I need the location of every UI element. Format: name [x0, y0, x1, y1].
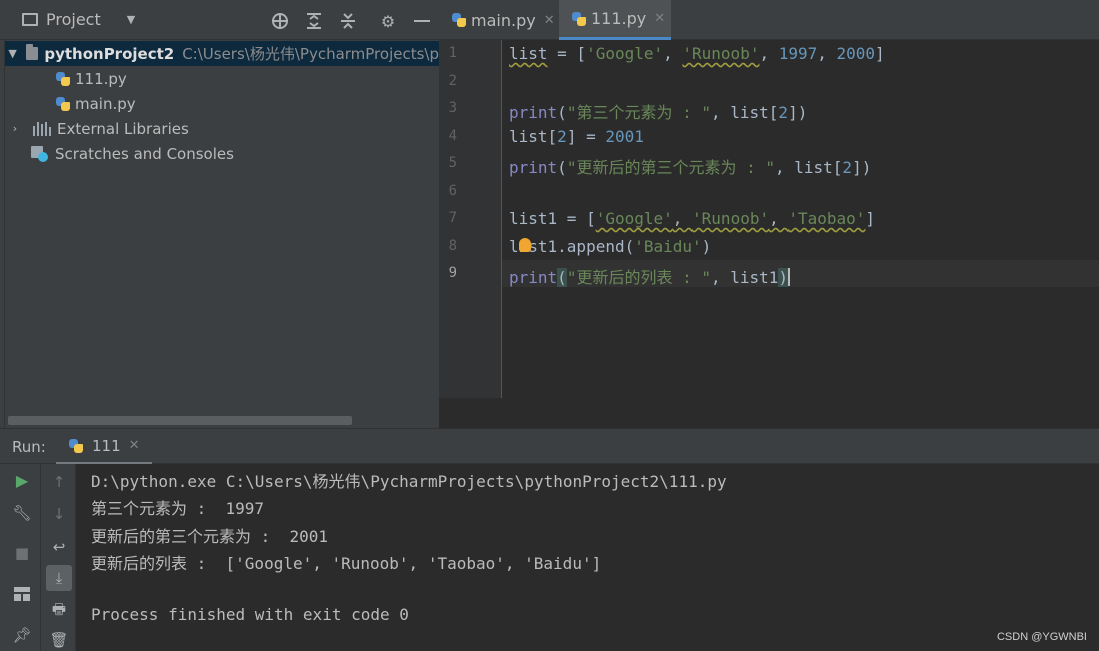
tree-item-label: 111.py	[75, 69, 127, 88]
console-line: 更新后的第三个元素为 : 2001	[91, 527, 329, 546]
project-path: C:\Users\杨光伟\PycharmProjects\p	[182, 45, 439, 63]
collapse-all-icon[interactable]	[338, 11, 358, 31]
tree-item-scratches[interactable]: Scratches and Consoles	[5, 141, 439, 166]
line-number: 1	[448, 45, 457, 61]
close-icon[interactable]: ✕	[544, 13, 555, 28]
line-number-current: 9	[448, 265, 457, 281]
tab-111-py[interactable]: 111.py ✕	[559, 0, 671, 40]
locate-target-icon[interactable]	[270, 11, 290, 31]
code-line-8: list1.append('Baidu')	[509, 237, 712, 256]
project-square-icon	[22, 13, 38, 26]
python-file-icon	[68, 438, 84, 454]
editor-empty-area	[439, 398, 1099, 428]
arrow-up-icon[interactable]: ↑	[46, 469, 72, 495]
arrow-down-icon[interactable]: ↓	[46, 501, 72, 527]
tab-label: main.py	[471, 10, 536, 30]
chevron-down-icon[interactable]: ▼	[7, 47, 18, 60]
run-play-icon[interactable]: ▶	[9, 467, 35, 493]
print-icon[interactable]: 🖶	[46, 598, 72, 624]
code-editor[interactable]: list = ['Google', 'Runoob', 1997, 2000] …	[502, 40, 1099, 398]
tab-main-py[interactable]: main.py ✕	[439, 0, 559, 40]
line-number: 2	[448, 73, 457, 89]
project-panel-header: Project ▼ ⚙	[0, 0, 439, 40]
close-icon[interactable]: ✕	[129, 438, 140, 453]
watermark: CSDN @YGWNBI	[996, 631, 1087, 643]
chevron-right-icon[interactable]: ›	[7, 122, 23, 135]
code-line-5: print("更新后的第三个元素为 : ", list[2])	[509, 158, 872, 177]
line-number-gutter: 1 2 3 4 5 6 7 8 9	[439, 40, 502, 398]
code-line-7: list1 = ['Google', 'Runoob', 'Taobao']	[509, 209, 876, 228]
tab-label: 111.py	[591, 9, 647, 28]
run-panel-label: Run:	[12, 438, 46, 456]
lightbulb-icon[interactable]	[519, 238, 531, 252]
scroll-to-end-icon[interactable]: ⤓	[46, 565, 72, 591]
gear-icon[interactable]: ⚙	[378, 11, 398, 31]
console-line: D:\python.exe C:\Users\杨光伟\PycharmProjec…	[91, 472, 727, 491]
text-cursor	[788, 268, 791, 286]
line-number: 4	[448, 128, 457, 144]
horizontal-scrollbar[interactable]	[8, 416, 352, 425]
code-line-4: list[2] = 2001	[509, 127, 644, 146]
tree-item-111-py[interactable]: 111.py	[5, 66, 439, 91]
project-panel-toolbar: ⚙	[270, 11, 432, 31]
python-file-icon	[571, 11, 587, 27]
tree-item-external-libraries[interactable]: › External Libraries	[5, 116, 439, 141]
console-line: Process finished with exit code 0	[91, 605, 409, 624]
line-number: 3	[448, 100, 457, 116]
soft-wrap-icon[interactable]: ↩	[46, 534, 72, 560]
tree-item-label: Scratches and Consoles	[55, 144, 234, 163]
expand-all-icon[interactable]	[304, 11, 324, 31]
line-number: 5	[448, 155, 457, 171]
line-number: 8	[448, 238, 457, 254]
line-number: 6	[448, 183, 457, 199]
tree-item-label: External Libraries	[57, 119, 189, 138]
line-number: 7	[448, 210, 457, 226]
code-line-3: print("第三个元素为 : ", list[2])	[509, 103, 808, 122]
minimize-icon[interactable]	[412, 11, 432, 31]
close-icon[interactable]: ✕	[654, 11, 665, 26]
library-icon	[33, 121, 51, 136]
dropdown-caret-icon[interactable]: ▼	[127, 13, 135, 26]
pin-icon[interactable]: 📌︎	[9, 622, 35, 648]
python-file-icon	[451, 12, 467, 28]
tree-item-main-py[interactable]: main.py	[5, 91, 439, 116]
console-line: 更新后的列表 : ['Google', 'Runoob', 'Taobao', …	[91, 554, 602, 573]
code-line-9: print("更新后的列表 : ", list1)	[509, 268, 791, 287]
run-toolbar: ▶ 🔧︎ ■ 📌︎ ↑ ↓ ↩ ⤓ 🖶 🗑︎	[0, 464, 76, 651]
trash-icon[interactable]: 🗑︎	[46, 627, 72, 651]
python-file-icon	[55, 71, 71, 87]
console-output[interactable]: D:\python.exe C:\Users\杨光伟\PycharmProjec…	[76, 464, 1099, 651]
layout-icon[interactable]	[9, 581, 35, 607]
folder-icon	[26, 44, 39, 60]
toolbar-divider	[40, 464, 41, 651]
project-view-selector[interactable]: Project ▼	[22, 10, 135, 29]
tree-item-project-root[interactable]: ▼ pythonProject2 C:\Users\杨光伟\PycharmPro…	[5, 41, 439, 66]
run-tab-label: 111	[92, 436, 121, 455]
editor-tab-bar: main.py ✕ 111.py ✕	[439, 0, 1099, 40]
project-name: pythonProject2	[44, 44, 175, 63]
wrench-icon[interactable]: 🔧︎	[9, 500, 35, 526]
run-panel-header: Run: 111 ✕	[0, 428, 1099, 465]
console-line: 第三个元素为 : 1997	[91, 499, 265, 518]
project-tree: ▼ pythonProject2 C:\Users\杨光伟\PycharmPro…	[0, 40, 439, 428]
run-tab-111[interactable]: 111 ✕	[56, 429, 152, 465]
code-line-1: list = ['Google', 'Runoob', 1997, 2000]	[509, 44, 885, 63]
project-panel-title: Project	[46, 10, 101, 29]
scratches-icon	[31, 145, 49, 162]
stop-icon[interactable]: ■	[9, 540, 35, 566]
python-file-icon	[55, 96, 71, 112]
tree-item-label: main.py	[75, 94, 136, 113]
